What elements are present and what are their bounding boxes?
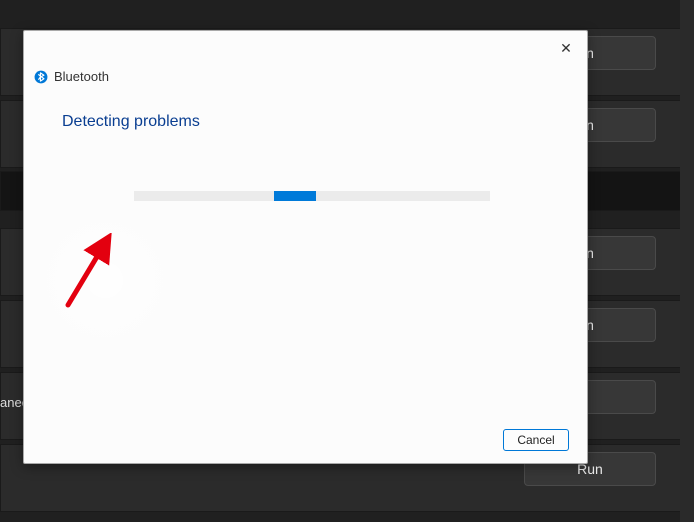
troubleshooter-dialog: ✕ Bluetooth Detecting problems Cancel [23, 30, 588, 464]
side-strip [680, 0, 694, 522]
cancel-button[interactable]: Cancel [503, 429, 569, 451]
close-button[interactable]: ✕ [557, 39, 575, 57]
dialog-title: Bluetooth [54, 69, 109, 84]
bluetooth-icon [34, 70, 48, 84]
close-icon: ✕ [560, 40, 572, 57]
dialog-title-row: Bluetooth [34, 69, 109, 84]
progress-fill [274, 191, 316, 201]
cancel-button-label: Cancel [517, 433, 554, 447]
dialog-heading: Detecting problems [62, 113, 200, 131]
progress-bar [134, 191, 490, 201]
